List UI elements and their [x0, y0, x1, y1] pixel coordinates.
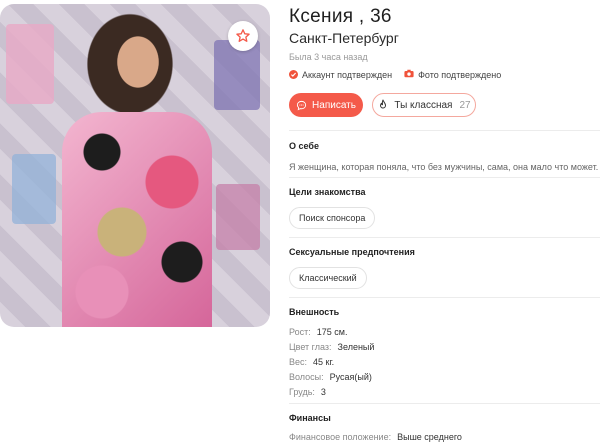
appearance-rows: Рост: 175 см. Цвет глаз: Зеленый Вес: 45 кг…	[289, 325, 600, 400]
row-label: Грудь:	[289, 387, 315, 397]
goal-tag: Поиск спонсора	[289, 207, 376, 229]
profile-photo[interactable]	[0, 4, 270, 327]
account-verified-badge: Аккаунт подтвержден	[289, 69, 392, 80]
finance-section: Финансы Финансовое положение: Выше средне…	[289, 413, 600, 445]
sexual-preferences-section: Сексуальные предпочтения Классический	[289, 247, 600, 289]
row-label: Цвет глаз:	[289, 342, 332, 352]
divider	[289, 403, 600, 404]
finance-row-status: Финансовое положение: Выше среднего	[289, 430, 600, 445]
row-label: Волосы:	[289, 372, 324, 382]
finance-rows: Финансовое положение: Выше среднего	[289, 430, 600, 445]
photo-verified-label: Фото подтверждено	[418, 69, 502, 80]
flame-icon	[380, 99, 387, 108]
compliment-button[interactable]: Ты классная 27	[372, 93, 476, 117]
write-message-button[interactable]: Написать	[289, 93, 363, 117]
photo-background-poster	[214, 40, 260, 110]
divider	[289, 237, 600, 238]
favorite-button[interactable]	[228, 21, 258, 51]
compliment-label: Ты классная	[394, 99, 453, 111]
row-value: 175 см.	[316, 327, 348, 337]
verification-badges: Аккаунт подтвержден Фото подтверждено	[289, 69, 501, 80]
row-label: Финансовое положение:	[289, 432, 392, 442]
star-icon	[236, 29, 250, 42]
sexual-preference-tag: Классический	[289, 267, 367, 289]
goals-section: Цели знакомства Поиск спонсора	[289, 187, 600, 229]
appearance-row-weight: Вес: 45 кг.	[289, 355, 600, 370]
divider	[289, 177, 600, 178]
about-section: О себе Я женщина, которая поняла, что бе…	[289, 141, 600, 172]
row-label: Рост:	[289, 327, 311, 337]
divider	[289, 130, 600, 131]
row-value: Зеленый	[337, 342, 375, 352]
about-title: О себе	[289, 141, 319, 151]
profile-actions: Написать Ты классная 27	[289, 93, 476, 117]
write-message-label: Написать	[312, 99, 356, 111]
row-value: Выше среднего	[397, 432, 462, 442]
appearance-row-height: Рост: 175 см.	[289, 325, 600, 340]
about-text: Я женщина, которая поняла, что без мужчи…	[289, 162, 599, 172]
camera-icon	[404, 69, 414, 80]
photo-background-poster	[12, 154, 56, 224]
account-verified-label: Аккаунт подтвержден	[302, 69, 393, 80]
last-seen-status: Была 3 часа назад	[289, 52, 368, 62]
profile-name: Ксения , 36	[289, 6, 392, 27]
compliment-count: 27	[459, 99, 471, 111]
sexual-preferences-title: Сексуальные предпочтения	[289, 247, 415, 257]
row-label: Вес:	[289, 357, 308, 367]
photo-verified-badge: Фото подтверждено	[404, 69, 501, 80]
appearance-row-bust: Грудь: 3	[289, 385, 600, 400]
photo-background-poster	[216, 184, 260, 250]
row-value: 3	[320, 387, 326, 397]
row-value: Русая(ый)	[329, 372, 372, 382]
appearance-section: Внешность Рост: 175 см. Цвет глаз: Зеленый…	[289, 307, 600, 400]
photo-background-poster	[6, 24, 54, 104]
photo-subject-dress	[62, 112, 212, 327]
divider	[289, 297, 600, 298]
chat-icon	[296, 100, 307, 110]
appearance-row-hair: Волосы: Русая(ый)	[289, 370, 600, 385]
profile-city: Санкт-Петербург	[289, 30, 399, 46]
appearance-row-eyes: Цвет глаз: Зеленый	[289, 340, 600, 355]
goals-title: Цели знакомства	[289, 187, 366, 197]
appearance-title: Внешность	[289, 307, 340, 317]
finance-title: Финансы	[289, 413, 331, 423]
check-icon	[289, 70, 298, 79]
row-value: 45 кг.	[313, 357, 335, 367]
